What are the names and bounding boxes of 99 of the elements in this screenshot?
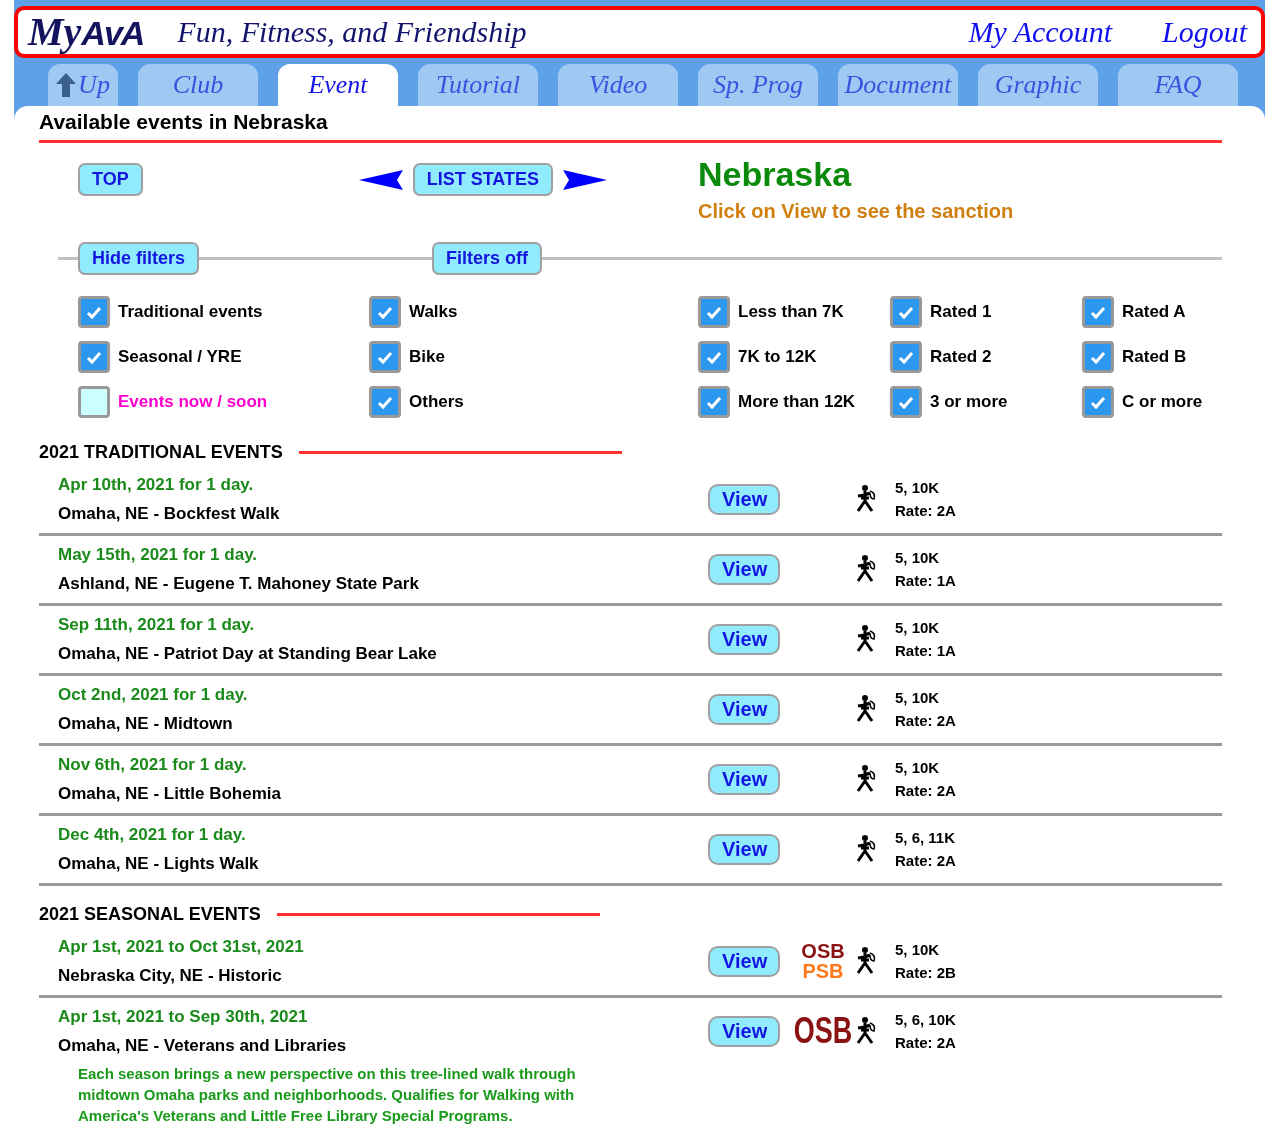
filter-label: Events now / soon (118, 391, 268, 412)
filter-label: Less than 7K (738, 301, 844, 322)
walker-icon (854, 947, 878, 975)
event-name: Omaha, NE - Lights Walk (58, 853, 260, 874)
checkbox[interactable] (78, 385, 110, 418)
event-description: Each season brings a new perspective on this tree-lined walk through midtown Omaha parks and neighborhoods. Qualifies for Walking with America's Veterans and Little Free Library Special Programs. (77, 1064, 577, 1126)
event-date: Dec 4th, 2021 for 1 day. (58, 824, 247, 845)
filter-label: Seasonal / YRE (118, 346, 242, 367)
header-link[interactable]: Logout (1161, 15, 1247, 49)
up-arrow-icon (56, 73, 77, 97)
event-rating: Rate: 1A (895, 571, 956, 591)
filter-label: Others (409, 391, 464, 412)
event-distances: 5, 10K (895, 618, 941, 638)
event-date: Nov 6th, 2021 for 1 day. (58, 754, 248, 775)
filter-label: Rated 2 (930, 346, 992, 367)
view-button[interactable]: View (708, 483, 780, 515)
event-distances: 5, 6, 10K (895, 1010, 956, 1030)
checkbox[interactable] (890, 295, 922, 328)
checkbox[interactable] (890, 385, 922, 418)
tab[interactable]: Event (278, 64, 398, 106)
event-name: Omaha, NE - Bockfest Walk (58, 503, 281, 524)
walker-icon (854, 625, 878, 653)
filter-label: Bike (409, 346, 445, 367)
top-button[interactable]: TOP (78, 163, 143, 196)
filter-label: Traditional events (118, 301, 263, 322)
filter-label: C or more (1122, 391, 1203, 412)
program-code: PSB (802, 961, 844, 981)
event-distances: 5, 10K (895, 478, 941, 498)
event-name: Omaha, NE - Patriot Day at Standing Bear Lake (58, 643, 438, 664)
walker-icon (854, 765, 878, 793)
filter-button[interactable]: Filters off (432, 241, 542, 275)
filter-label: Rated A (1122, 301, 1186, 322)
view-button[interactable]: View (708, 693, 780, 725)
filter-button[interactable]: Hide filters (78, 241, 200, 275)
event-date: Sep 11th, 2021 for 1 day. (58, 614, 256, 635)
checkbox[interactable] (890, 340, 922, 373)
list-states-button[interactable]: LIST STATES (412, 163, 554, 196)
checkbox[interactable] (369, 295, 401, 328)
state-hint: Click on View to see the sanction (698, 200, 1014, 223)
event-distances: 5, 10K (895, 548, 941, 568)
checkbox[interactable] (1082, 295, 1114, 328)
page-title: Available events in Nebraska (39, 110, 1222, 143)
view-button[interactable]: View (708, 623, 780, 655)
event-name: Nebraska City, NE - Historic (58, 965, 283, 986)
section-title: 2021 SEASONAL EVENTS (39, 903, 261, 925)
left-arrow-icon[interactable] (358, 169, 403, 190)
walker-icon (854, 695, 878, 723)
checkbox[interactable] (78, 340, 110, 373)
program-code: OSB (793, 1012, 853, 1050)
filter-label: 3 or more (930, 391, 1008, 412)
walker-icon (854, 485, 878, 513)
event-rating: Rate: 2A (895, 1033, 956, 1053)
event-distances: 5, 10K (895, 758, 941, 778)
filter-label: More than 12K (738, 391, 856, 412)
event-rating: Rate: 2A (895, 781, 956, 801)
filter-label: Rated 1 (930, 301, 992, 322)
logo[interactable]: MyAvA (28, 12, 144, 52)
event-date: Apr 10th, 2021 for 1 day. (58, 474, 255, 495)
event-date: Apr 1st, 2021 to Oct 31st, 2021 (58, 936, 305, 957)
walker-icon (854, 1017, 878, 1045)
filter-label: 7K to 12K (738, 346, 817, 367)
section-title: 2021 TRADITIONAL EVENTS (39, 441, 283, 463)
event-name: Omaha, NE - Little Bohemia (58, 783, 282, 804)
event-date: May 15th, 2021 for 1 day. (58, 544, 259, 565)
event-rating: Rate: 1A (895, 641, 956, 661)
view-button[interactable]: View (708, 833, 780, 865)
checkbox[interactable] (369, 340, 401, 373)
walker-icon (854, 835, 878, 863)
checkbox[interactable] (78, 295, 110, 328)
event-rating: Rate: 2A (895, 501, 956, 521)
event-name: Omaha, NE - Midtown (58, 713, 234, 734)
event-rating: Rate: 2B (895, 963, 956, 983)
event-distances: 5, 10K (895, 940, 941, 960)
event-date: Apr 1st, 2021 to Sep 30th, 2021 (58, 1006, 309, 1027)
program-code: OSB (801, 941, 845, 961)
checkbox[interactable] (1082, 340, 1114, 373)
header-link[interactable]: My Account (968, 15, 1112, 49)
walker-icon (854, 555, 878, 583)
view-button[interactable]: View (708, 553, 780, 585)
event-distances: 5, 6, 11K (895, 828, 956, 848)
event-distances: 5, 10K (895, 688, 941, 708)
checkbox[interactable] (698, 385, 730, 418)
event-date: Oct 2nd, 2021 for 1 day. (58, 684, 249, 705)
event-rating: Rate: 2A (895, 711, 956, 731)
tagline: Fun, Fitness, and Friendship (177, 15, 528, 49)
state-name: Nebraska (698, 155, 853, 194)
checkbox[interactable] (698, 340, 730, 373)
filter-label: Walks (409, 301, 458, 322)
view-button[interactable]: View (708, 945, 780, 977)
event-name: Omaha, NE - Veterans and Libraries (58, 1035, 348, 1056)
view-button[interactable]: View (708, 1015, 780, 1047)
event-name: Ashland, NE - Eugene T. Mahoney State Park (58, 573, 420, 594)
event-rating: Rate: 2A (895, 851, 956, 871)
checkbox[interactable] (369, 385, 401, 418)
filter-label: Rated B (1122, 346, 1187, 367)
view-button[interactable]: View (708, 763, 780, 795)
right-arrow-icon[interactable] (563, 169, 608, 190)
checkbox[interactable] (698, 295, 730, 328)
checkbox[interactable] (1082, 385, 1114, 418)
